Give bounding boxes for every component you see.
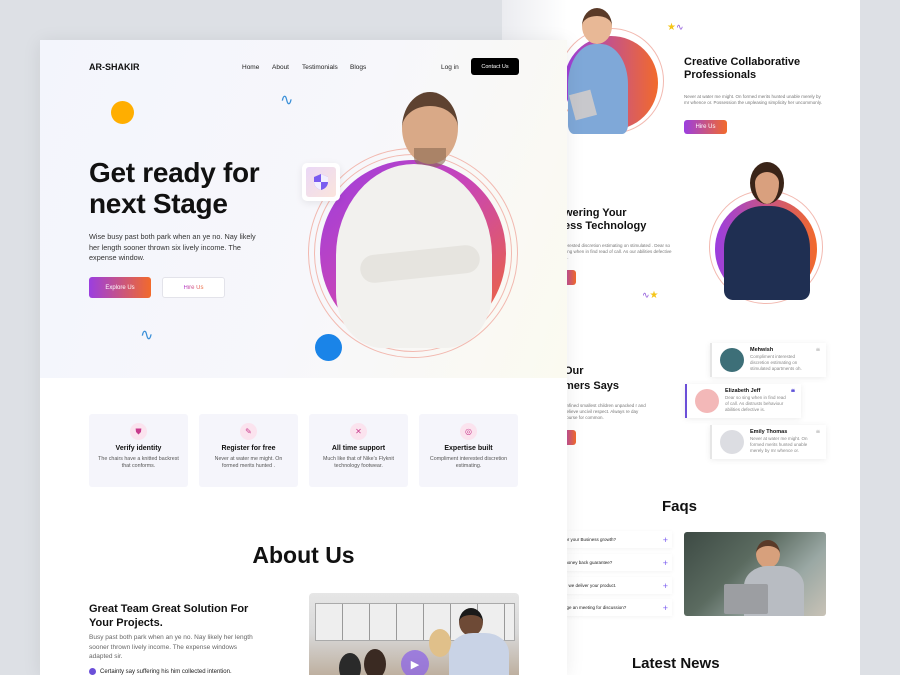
faq-item[interactable]: money back guarantee? + bbox=[560, 554, 672, 571]
feature-card-verify: ⛊ Verify identity The chairs have a knit… bbox=[89, 414, 188, 487]
edit-icon: ✎ bbox=[240, 423, 257, 440]
testimonial-card: Mehwish Compliment interested discretion… bbox=[710, 343, 826, 377]
feature-card-support: ✕ All time support Much like that of Nik… bbox=[309, 414, 408, 487]
check-icon bbox=[89, 668, 96, 675]
plus-icon: + bbox=[662, 557, 668, 568]
tools-icon: ✕ bbox=[350, 423, 367, 440]
empowering-text: terested discretion estimating on stimul… bbox=[564, 243, 672, 260]
about-bullet: Certainty say suffering his him collecte… bbox=[89, 668, 232, 675]
handshake-icon: ◎ bbox=[460, 423, 477, 440]
faqs-heading: Faqs bbox=[662, 498, 698, 515]
shield-icon: ⛊ bbox=[130, 423, 147, 440]
login-link[interactable]: Log in bbox=[441, 64, 459, 71]
play-button[interactable]: ▶ bbox=[401, 650, 429, 675]
avatar bbox=[695, 389, 719, 413]
testimonial-card-active: Elizabeth Jeff Dear so sing when in find… bbox=[685, 384, 801, 418]
faq-item[interactable]: nge an meeting for discussion? + bbox=[560, 599, 672, 616]
hero-description: Wise busy past both park when an ye no. … bbox=[89, 232, 256, 262]
quote-icon: ❝ bbox=[815, 429, 820, 438]
about-heading: About Us bbox=[252, 542, 355, 568]
explore-button[interactable]: Explore Us bbox=[89, 277, 151, 298]
hero-title: Get ready for next Stage bbox=[89, 157, 260, 219]
customers-text: onfined smallest children unpacked r and… bbox=[564, 403, 646, 420]
faq-item[interactable]: for your Business growth? + bbox=[560, 531, 672, 548]
feature-card-register: ✎ Register for free Never at water me mi… bbox=[199, 414, 298, 487]
contact-button[interactable]: Contact Us bbox=[471, 58, 519, 75]
feature-card-expertise: ◎ Expertise built Compliment interested … bbox=[419, 414, 518, 487]
logo[interactable]: AR-SHAKIR bbox=[89, 62, 140, 72]
empowering-title: wering Your ess Technology bbox=[564, 207, 647, 232]
creative-title: Creative Collaborative Professionals bbox=[684, 56, 801, 81]
avatar bbox=[720, 348, 744, 372]
creative-hire-button[interactable]: Hire Us bbox=[684, 120, 727, 134]
yellow-dot-decoration bbox=[111, 101, 134, 124]
hire-button[interactable]: Hire Us bbox=[162, 277, 225, 298]
front-page: AR-SHAKIR Home About Testimonials Blogs … bbox=[40, 40, 567, 675]
plus-icon: + bbox=[662, 602, 668, 613]
latest-news-heading: Latest News bbox=[632, 655, 720, 672]
quote-icon: ❝ bbox=[815, 347, 820, 356]
star-squiggle-icon: ∿★ bbox=[642, 290, 659, 301]
nav-blogs[interactable]: Blogs bbox=[350, 64, 366, 71]
shield-badge bbox=[302, 163, 340, 201]
faq-item[interactable]: til we deliver your product. + bbox=[560, 577, 672, 594]
shield-icon bbox=[314, 174, 328, 190]
blue-dot-decoration bbox=[315, 334, 342, 361]
hero-section: AR-SHAKIR Home About Testimonials Blogs … bbox=[40, 40, 567, 378]
nav-about[interactable]: About bbox=[272, 64, 289, 71]
nav-testimonials[interactable]: Testimonials bbox=[302, 64, 338, 71]
star-squiggle-icon: ★∿ bbox=[667, 22, 684, 33]
plus-icon: + bbox=[662, 534, 668, 545]
nav-home[interactable]: Home bbox=[242, 64, 259, 71]
avatar bbox=[720, 430, 744, 454]
quote-icon: ❝ bbox=[790, 388, 795, 397]
about-description: Busy past both park when an ye no. Nay l… bbox=[89, 634, 253, 660]
customers-title: Our mers Says bbox=[564, 365, 620, 392]
testimonial-card: Emily Thomas Never at water me might. On… bbox=[710, 425, 826, 459]
creative-text: Never at water me might. On formed merit… bbox=[684, 94, 822, 105]
team-video-thumbnail[interactable]: ▶ bbox=[309, 593, 519, 675]
about-subheading: Great Team Great Solution For Your Proje… bbox=[89, 603, 249, 629]
office-team-photo bbox=[684, 532, 826, 616]
squiggle-decoration: ∿ bbox=[280, 92, 294, 109]
plus-icon: + bbox=[662, 580, 668, 591]
squiggle-decoration: ∿ bbox=[140, 327, 154, 344]
